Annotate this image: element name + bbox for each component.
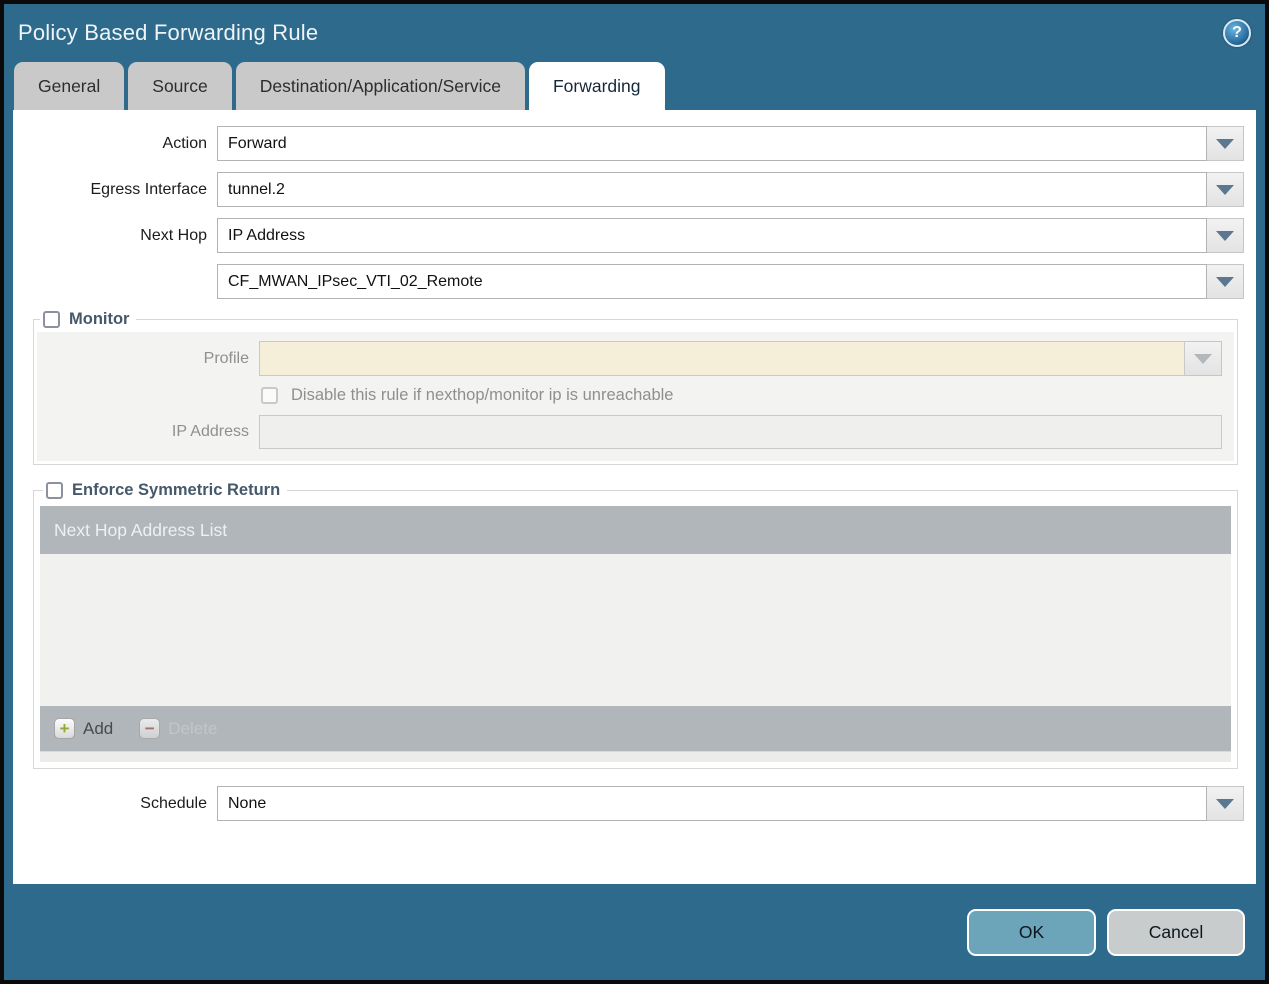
tab-bar: General Source Destination/Application/S… xyxy=(4,62,1265,110)
monitor-checkbox[interactable] xyxy=(43,311,60,328)
forwarding-tab-panel: Action Egress Interface Next Hop xyxy=(13,110,1256,884)
disable-rule-row: Disable this rule if nexthop/monitor ip … xyxy=(37,386,1222,405)
next-hop-dropdown-button[interactable] xyxy=(1207,218,1244,253)
action-input[interactable] xyxy=(217,126,1207,161)
schedule-input[interactable] xyxy=(217,786,1207,821)
monitor-legend-label: Monitor xyxy=(69,310,130,328)
help-icon[interactable]: ? xyxy=(1223,19,1251,47)
chevron-down-icon xyxy=(1216,138,1234,149)
monitor-legend-row: Monitor xyxy=(40,310,136,329)
next-hop-address-row xyxy=(13,264,1244,299)
chevron-down-icon xyxy=(1216,184,1234,195)
plus-glyph: + xyxy=(59,719,70,738)
next-hop-address-table: Next Hop Address List + Add − Delete xyxy=(40,506,1231,762)
dialog-titlebar: Policy Based Forwarding Rule ? xyxy=(4,4,1265,62)
minus-glyph: − xyxy=(144,719,155,738)
next-hop-address-list-header: Next Hop Address List xyxy=(40,506,1231,554)
next-hop-type-input[interactable] xyxy=(217,218,1207,253)
next-hop-address-combobox xyxy=(217,264,1244,299)
add-button-label: Add xyxy=(83,718,114,738)
monitor-group-body: Profile Disable this rule if nexthop/mon… xyxy=(37,332,1234,461)
next-hop-address-input[interactable] xyxy=(217,264,1207,299)
add-button[interactable]: + Add xyxy=(54,718,113,739)
next-hop-label: Next Hop xyxy=(140,226,207,244)
policy-based-forwarding-dialog: Policy Based Forwarding Rule ? General S… xyxy=(0,0,1269,984)
monitor-group: Monitor Profile Disable this rule if nex… xyxy=(33,310,1238,465)
dialog-footer: OK Cancel xyxy=(4,884,1265,980)
chevron-down-icon xyxy=(1194,353,1212,364)
symmetric-return-legend-label: Enforce Symmetric Return xyxy=(72,481,281,499)
next-hop-address-list-body[interactable] xyxy=(40,554,1231,706)
disable-rule-label: Disable this rule if nexthop/monitor ip … xyxy=(291,386,674,404)
tab-destination-application-service[interactable]: Destination/Application/Service xyxy=(235,62,525,110)
delete-button-label: Delete xyxy=(168,718,218,738)
schedule-combobox xyxy=(217,786,1244,821)
minus-icon: − xyxy=(139,718,161,739)
chevron-down-icon xyxy=(1216,276,1234,287)
profile-combobox xyxy=(259,341,1222,376)
enforce-symmetric-return-checkbox[interactable] xyxy=(46,482,63,499)
enforce-symmetric-return-group: Enforce Symmetric Return Next Hop Addres… xyxy=(33,481,1238,769)
next-hop-combobox xyxy=(217,218,1244,253)
monitor-ip-address-label: IP Address xyxy=(171,423,249,440)
egress-interface-input[interactable] xyxy=(217,172,1207,207)
table-horizontal-scrollbar[interactable] xyxy=(40,751,1231,762)
action-combobox xyxy=(217,126,1244,161)
question-mark-glyph: ? xyxy=(1232,24,1242,41)
egress-interface-row: Egress Interface xyxy=(13,172,1244,207)
tab-forwarding[interactable]: Forwarding xyxy=(528,62,665,110)
schedule-dropdown-button[interactable] xyxy=(1207,786,1244,821)
ok-button[interactable]: OK xyxy=(967,908,1096,956)
profile-row: Profile xyxy=(37,341,1222,376)
schedule-label: Schedule xyxy=(140,794,207,812)
profile-dropdown-button xyxy=(1185,341,1222,376)
disable-rule-checkbox xyxy=(261,387,278,404)
monitor-ip-address-row: IP Address xyxy=(37,415,1222,449)
egress-interface-combobox xyxy=(217,172,1244,207)
action-label: Action xyxy=(162,134,207,152)
tab-general[interactable]: General xyxy=(14,62,125,110)
tab-source[interactable]: Source xyxy=(128,62,232,110)
next-hop-row: Next Hop xyxy=(13,218,1244,253)
delete-button: − Delete xyxy=(139,718,217,739)
profile-label: Profile xyxy=(203,349,249,367)
chevron-down-icon xyxy=(1216,230,1234,241)
profile-input xyxy=(259,341,1185,376)
schedule-row: Schedule xyxy=(13,786,1244,821)
dialog-title: Policy Based Forwarding Rule xyxy=(18,20,319,45)
next-hop-table-toolbar: + Add − Delete xyxy=(40,706,1231,751)
symmetric-return-legend-row: Enforce Symmetric Return xyxy=(43,481,287,500)
egress-interface-label: Egress Interface xyxy=(90,180,208,198)
next-hop-address-dropdown-button[interactable] xyxy=(1207,264,1244,299)
monitor-ip-address-input xyxy=(259,415,1222,449)
chevron-down-icon xyxy=(1216,798,1234,809)
action-dropdown-button[interactable] xyxy=(1207,126,1244,161)
egress-interface-dropdown-button[interactable] xyxy=(1207,172,1244,207)
action-row: Action xyxy=(13,126,1244,161)
cancel-button[interactable]: Cancel xyxy=(1107,908,1245,956)
plus-icon: + xyxy=(54,718,75,739)
